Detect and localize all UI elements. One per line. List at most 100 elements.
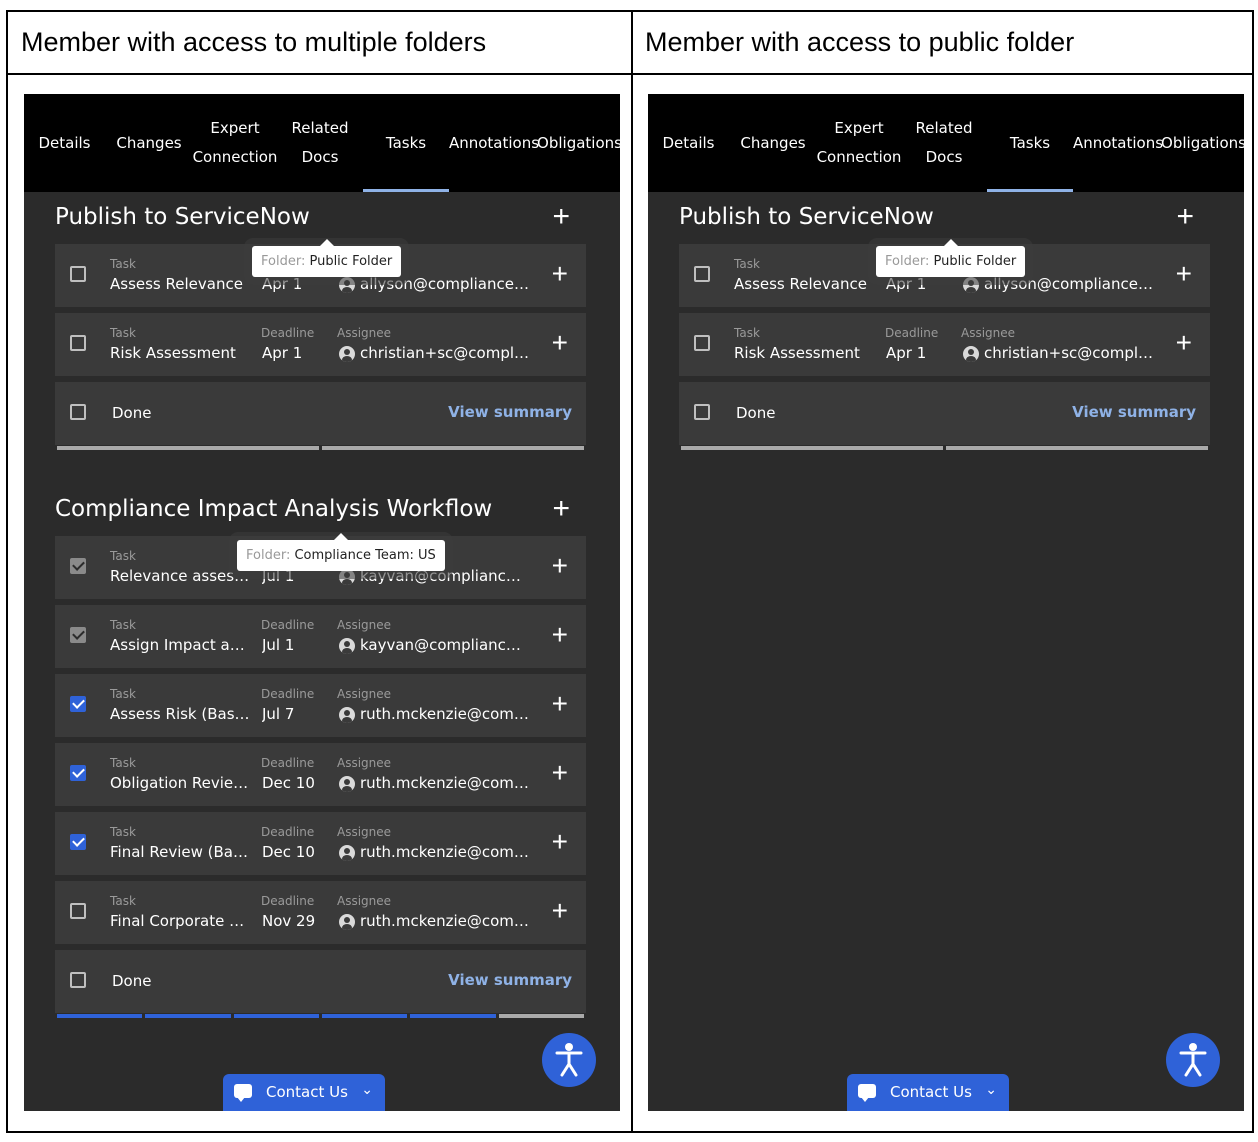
done-row: Done View summary: [679, 382, 1210, 445]
deadline-label: Deadline: [885, 326, 939, 340]
plus-icon[interactable]: +: [552, 329, 568, 357]
deadline-label: Deadline: [261, 687, 315, 701]
task-checkbox[interactable]: [70, 266, 86, 282]
folder-tooltip-label: Folder:: [261, 254, 306, 269]
view-summary-link[interactable]: View summary: [448, 971, 572, 989]
plus-icon[interactable]: +: [552, 828, 568, 856]
task-deadline: Dec 10: [262, 774, 315, 792]
done-checkbox[interactable]: [70, 404, 86, 420]
task-label: Task: [110, 257, 136, 271]
add-task-plus-icon[interactable]: +: [1176, 202, 1194, 232]
tab-details[interactable]: Details: [24, 94, 105, 192]
plus-icon[interactable]: +: [552, 690, 568, 718]
chat-icon: [858, 1084, 876, 1102]
task-checkbox[interactable]: [70, 696, 86, 712]
folder-tooltip-value: Compliance Team: US: [294, 548, 436, 563]
folder-tooltip: Folder: Public Folder: [876, 239, 1026, 277]
task-row[interactable]: Task Risk Assessment Deadline Apr 1 Assignee…: [679, 313, 1210, 376]
folder-tooltip-value: Public Folder: [309, 254, 393, 269]
task-checkbox[interactable]: [70, 765, 86, 781]
folder-tooltip-label: Folder:: [885, 254, 930, 269]
tab-obligations[interactable]: Obligations: [537, 94, 620, 192]
chevron-down-icon: ⌄: [985, 1081, 997, 1097]
done-label: Done: [112, 972, 152, 990]
progress-segment: [57, 1014, 143, 1018]
user-avatar-icon: [339, 914, 355, 930]
tab-details[interactable]: Details: [648, 94, 729, 192]
folder-tooltip-label: Folder:: [246, 548, 291, 563]
task-label: Task: [110, 756, 136, 770]
accessibility-button[interactable]: [1166, 1033, 1220, 1087]
tab-expert-connection[interactable]: Expert Connection: [814, 94, 904, 192]
task-checkbox[interactable]: [70, 627, 86, 643]
workflow-progress-bar: [57, 446, 584, 450]
task-name: Risk Assessment: [110, 344, 236, 362]
user-avatar-icon: [339, 845, 355, 861]
task-row[interactable]: Task Assess Risk (Base… Deadline Jul 7 Assig…: [55, 674, 586, 737]
contact-us-button[interactable]: Contact Us ⌄: [847, 1074, 1009, 1111]
task-name: Assess Relevance: [734, 275, 867, 293]
accessibility-button[interactable]: [542, 1033, 596, 1087]
tab-tasks[interactable]: Tasks: [987, 94, 1073, 192]
assignee-label: Assignee: [337, 756, 392, 770]
user-avatar-icon: [339, 638, 355, 654]
tab-changes[interactable]: Changes: [109, 94, 189, 192]
task-row[interactable]: Task Final Corporate R… Deadline Nov 29 Assi…: [55, 881, 586, 944]
contact-us-button[interactable]: Contact Us ⌄: [223, 1074, 385, 1111]
plus-icon[interactable]: +: [552, 552, 568, 580]
view-summary-link[interactable]: View summary: [1072, 403, 1196, 421]
tab-annotations[interactable]: Annotations: [1073, 94, 1163, 192]
workflow-title: Publish to ServiceNow: [55, 204, 310, 230]
tab-changes[interactable]: Changes: [733, 94, 813, 192]
plus-icon[interactable]: +: [552, 897, 568, 925]
task-assignee: ruth.mckenzie@com…: [360, 774, 529, 792]
task-checkbox[interactable]: [70, 903, 86, 919]
add-task-plus-icon[interactable]: +: [552, 494, 570, 524]
plus-icon[interactable]: +: [1176, 260, 1192, 288]
task-row[interactable]: Task Risk Assessment Deadline Apr 1 Assignee…: [55, 313, 586, 376]
task-checkbox[interactable]: [70, 335, 86, 351]
task-deadline: Apr 1: [262, 344, 303, 362]
progress-segment: [946, 446, 1208, 450]
deadline-label: Deadline: [261, 618, 315, 632]
task-row[interactable]: Task Obligation Revie… Deadline Dec 10 Assig…: [55, 743, 586, 806]
deadline-label: Deadline: [261, 894, 315, 908]
user-avatar-icon: [339, 776, 355, 792]
task-checkbox[interactable]: [70, 558, 86, 574]
tab-annotations[interactable]: Annotations: [449, 94, 539, 192]
contact-us-label: Contact Us: [266, 1083, 348, 1101]
progress-segment: [681, 446, 943, 450]
tab-obligations[interactable]: Obligations: [1161, 94, 1244, 192]
task-row[interactable]: Task Final Review (Bas… Deadline Dec 10 Assi…: [55, 812, 586, 875]
add-task-plus-icon[interactable]: +: [552, 202, 570, 232]
task-checkbox[interactable]: [694, 335, 710, 351]
folder-tooltip: Folder: Compliance Team: US: [237, 533, 445, 571]
task-label: Task: [110, 825, 136, 839]
contact-us-label: Contact Us: [890, 1083, 972, 1101]
task-row[interactable]: Task Assign Impact an… Deadline Jul 1 Assign…: [55, 605, 586, 668]
plus-icon[interactable]: +: [552, 621, 568, 649]
done-checkbox[interactable]: [694, 404, 710, 420]
chat-icon: [234, 1084, 252, 1102]
tab-related-docs[interactable]: Related Docs: [282, 94, 358, 192]
chevron-down-icon: ⌄: [361, 1081, 373, 1097]
task-name: Relevance assess…: [110, 567, 250, 585]
plus-icon[interactable]: +: [1176, 329, 1192, 357]
view-summary-link[interactable]: View summary: [448, 403, 572, 421]
task-checkbox[interactable]: [70, 834, 86, 850]
task-assignee: allyson@compliance.ai: [360, 275, 530, 293]
user-avatar-icon: [963, 277, 979, 293]
task-checkbox[interactable]: [694, 266, 710, 282]
tab-expert-connection[interactable]: Expert Connection: [190, 94, 280, 192]
plus-icon[interactable]: +: [552, 260, 568, 288]
task-assignee: ruth.mckenzie@com…: [360, 705, 529, 723]
progress-segment: [410, 1014, 496, 1018]
workflow-title: Publish to ServiceNow: [679, 204, 934, 230]
user-avatar-icon: [963, 346, 979, 362]
tab-related-docs[interactable]: Related Docs: [906, 94, 982, 192]
tab-tasks[interactable]: Tasks: [363, 94, 449, 192]
plus-icon[interactable]: +: [552, 759, 568, 787]
done-checkbox[interactable]: [70, 972, 86, 988]
folder-tooltip-value: Public Folder: [933, 254, 1017, 269]
task-deadline: Nov 29: [262, 912, 316, 930]
